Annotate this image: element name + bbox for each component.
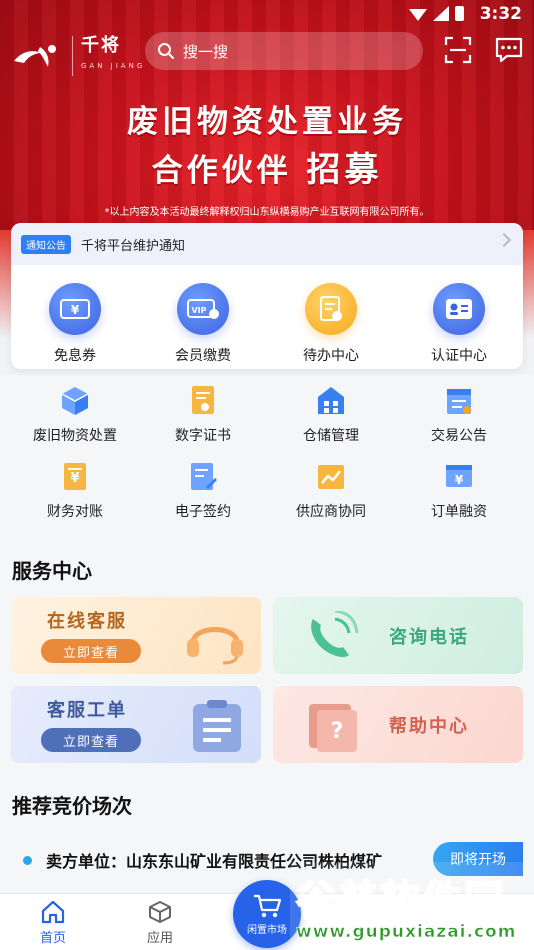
- app-logo: 千将 GAN JIANG: [12, 36, 145, 76]
- service-help-center[interactable]: ? 帮助中心: [273, 686, 523, 763]
- nav-apps[interactable]: 应用: [130, 900, 190, 946]
- service-card-title: 客服工单: [47, 700, 127, 721]
- watermark-url: www.gupuxiazai.com: [296, 922, 517, 943]
- service-center-title: 服务中心: [12, 559, 92, 583]
- auction-section-title: 推荐竞价场次: [12, 794, 132, 818]
- banner-subheadline: 合作伙伴 招募: [0, 142, 534, 191]
- home-icon: [41, 900, 65, 924]
- grid-item-trade-announcement[interactable]: 交易公告: [395, 385, 523, 445]
- announcement-icon: [447, 389, 471, 414]
- box-icon: [61, 387, 89, 415]
- nav-label: 首页: [39, 931, 66, 946]
- grid-item-supplier-collaboration[interactable]: 供应商协同: [267, 461, 395, 521]
- notice-card: 通知公告 千将平台维护通知 ¥ 免息券 VIP 会员缴费 待办中心 认证中心: [11, 223, 523, 369]
- nav-label: 闲置市场: [247, 924, 287, 936]
- view-now-button[interactable]: 立即查看: [41, 728, 141, 752]
- finance-icon: ¥: [64, 463, 86, 490]
- grid-item-label: 废旧物资处置: [33, 428, 117, 444]
- svg-text:?: ?: [331, 719, 344, 744]
- quick-action-label: 待办中心: [303, 348, 359, 364]
- grid-item-e-signing[interactable]: 电子签约: [139, 461, 267, 521]
- todo-list-icon: [305, 283, 357, 335]
- notice-text[interactable]: 千将平台维护通知: [81, 235, 185, 254]
- watermark-logo: 谷普软件园: [295, 877, 506, 925]
- function-grid: 废旧物资处置 数字证书 仓储管理 交易公告 ¥ 财务对账 电子签约 供应商协同 …: [11, 385, 523, 521]
- logo-subtitle: GAN JIANG: [81, 62, 146, 70]
- wifi-icon: [409, 9, 427, 21]
- grid-item-label: 交易公告: [431, 428, 487, 444]
- status-time: 3:32: [479, 4, 522, 24]
- logo-name: 千将 GAN JIANG: [72, 36, 145, 76]
- service-card-title: 帮助中心: [389, 716, 469, 737]
- certificate-icon: [192, 386, 214, 414]
- grid-item-finance-reconciliation[interactable]: ¥ 财务对账: [11, 461, 139, 521]
- grid-item-label: 数字证书: [175, 428, 231, 444]
- service-online-support[interactable]: 在线客服 立即查看: [11, 597, 261, 674]
- top-bar: 千将 GAN JIANG 搜一搜: [0, 30, 534, 76]
- grid-item-label: 订单融资: [431, 504, 487, 520]
- id-card-icon: [433, 283, 485, 335]
- grid-item-label: 供应商协同: [296, 504, 366, 520]
- service-hotline[interactable]: 咨询电话: [273, 597, 523, 674]
- chevron-right-icon: [496, 232, 512, 248]
- grid-item-label: 电子签约: [175, 504, 231, 520]
- quick-action-verification[interactable]: 认证中心: [399, 283, 519, 365]
- battery-icon: [455, 6, 464, 21]
- grid-item-order-financing[interactable]: ¥ 订单融资: [395, 461, 523, 521]
- service-card-title: 咨询电话: [389, 627, 469, 648]
- phone-icon: [311, 611, 359, 657]
- svg-text:VIP: VIP: [191, 306, 206, 315]
- search-icon: [158, 43, 174, 59]
- banner-recruit-text: 招募: [306, 150, 383, 190]
- grid-item-warehouse[interactable]: 仓储管理: [267, 385, 395, 445]
- notice-badge: 通知公告: [21, 234, 71, 254]
- signal-icon: [433, 6, 449, 21]
- grid-item-waste-disposal[interactable]: 废旧物资处置: [11, 385, 139, 445]
- site-watermark: 谷普软件园 www.gupuxiazai.com: [290, 862, 534, 950]
- chart-icon: [318, 465, 344, 489]
- banner-partner-text: 合作伙伴: [151, 153, 292, 189]
- svg-text:¥: ¥: [70, 471, 79, 486]
- search-input[interactable]: 搜一搜: [145, 32, 423, 70]
- order-finance-icon: ¥: [446, 465, 472, 487]
- shopping-cart-icon: [254, 894, 282, 917]
- vip-card-icon: VIP: [177, 283, 229, 335]
- banner-disclaimer: *以上内容及本活动最终解释权归山东纵横易购产业互联网有限公司所有。: [104, 207, 430, 218]
- notice-row[interactable]: 通知公告 千将平台维护通知: [11, 223, 523, 265]
- grid-item-label: 仓储管理: [303, 428, 359, 444]
- quick-action-label: 认证中心: [431, 348, 487, 364]
- quick-action-label: 免息券: [54, 348, 96, 364]
- status-icons: [409, 6, 464, 21]
- grid-item-digital-certificate[interactable]: 数字证书: [139, 385, 267, 445]
- e-sign-icon: [191, 463, 217, 490]
- ticket-icon: ¥: [49, 283, 101, 335]
- message-icon[interactable]: [494, 36, 524, 64]
- view-now-button[interactable]: 立即查看: [41, 639, 141, 663]
- cube-icon: [149, 901, 171, 923]
- service-card-title: 在线客服: [47, 611, 127, 632]
- svg-text:¥: ¥: [455, 473, 464, 487]
- svg-text:¥: ¥: [71, 303, 80, 317]
- nav-home[interactable]: 首页: [23, 900, 83, 946]
- warehouse-icon: [318, 387, 344, 414]
- scan-icon[interactable]: [444, 36, 472, 64]
- help-book-icon: ?: [309, 704, 357, 752]
- bullet-dot: [23, 855, 32, 865]
- logo-title: 千将: [81, 35, 121, 56]
- clipboard-icon: [193, 700, 241, 752]
- status-bar: 3:32: [0, 0, 534, 30]
- banner-headline: 废旧物资处置业务: [127, 104, 407, 140]
- search-placeholder: 搜一搜: [183, 42, 229, 61]
- quick-actions: ¥ 免息券 VIP 会员缴费 待办中心 认证中心: [11, 265, 523, 365]
- service-ticket[interactable]: 客服工单 立即查看: [11, 686, 261, 763]
- grid-item-label: 财务对账: [47, 504, 103, 520]
- headset-icon: [187, 627, 243, 665]
- quick-action-todo[interactable]: 待办中心: [271, 283, 391, 365]
- quick-action-coupon[interactable]: ¥ 免息券: [15, 283, 135, 365]
- logo-mark-icon: [12, 43, 64, 69]
- quick-action-label: 会员缴费: [175, 348, 231, 364]
- nav-label: 应用: [146, 931, 173, 946]
- quick-action-membership[interactable]: VIP 会员缴费: [143, 283, 263, 365]
